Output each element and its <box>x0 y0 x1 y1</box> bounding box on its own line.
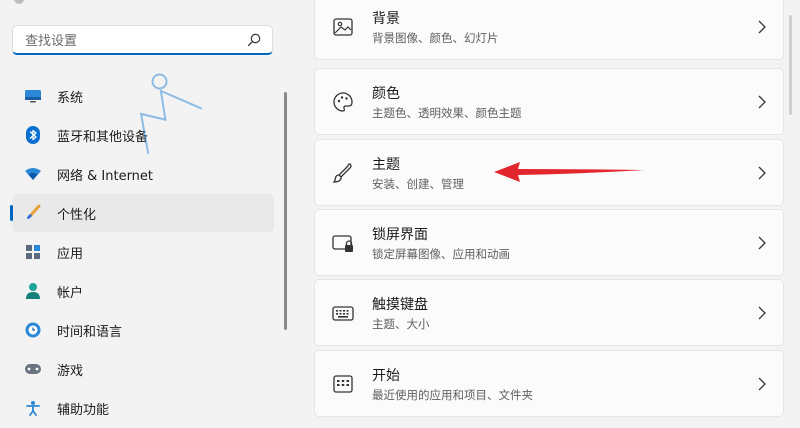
card-description: 主题色、透明效果、颜色主题 <box>372 106 522 120</box>
personalization-content: 背景 背景图像、颜色、幻灯片 颜色 主题色、透明效果、颜色主题 主题 安装、创建… <box>314 0 784 417</box>
nav-item-accounts[interactable]: 帐户 <box>12 272 274 310</box>
chevron-right-icon <box>758 166 766 180</box>
nav-item-label: 时间和语言 <box>57 324 123 340</box>
card-description: 安装、创建、管理 <box>372 177 464 191</box>
wifi-icon <box>24 165 42 183</box>
lock-screen-icon <box>332 235 353 252</box>
nav-item-label: 应用 <box>57 246 84 262</box>
content-scrollbar[interactable] <box>789 15 792 115</box>
nav-item-gaming[interactable]: 游戏 <box>12 350 274 388</box>
nav-item-time-language[interactable]: 时间和语言 <box>12 311 274 349</box>
setting-card-touch-keyboard[interactable]: 触摸键盘 主题、大小 <box>314 279 784 346</box>
nav-item-label: 游戏 <box>57 363 84 379</box>
bluetooth-icon <box>24 126 42 144</box>
chevron-right-icon <box>758 306 766 320</box>
chevron-right-icon <box>758 236 766 250</box>
nav-item-bluetooth[interactable]: 蓝牙和其他设备 <box>12 116 274 154</box>
search-box[interactable] <box>12 25 273 55</box>
monitor-icon <box>24 87 42 105</box>
sidebar-scrollbar[interactable] <box>284 92 287 330</box>
chevron-right-icon <box>758 377 766 391</box>
setting-card-background[interactable]: 背景 背景图像、颜色、幻灯片 <box>314 0 784 60</box>
nav-item-system[interactable]: 系统 <box>12 77 274 115</box>
nav-item-accessibility[interactable]: 辅助功能 <box>12 389 274 427</box>
setting-card-start[interactable]: 开始 最近使用的应用和项目、文件夹 <box>314 350 784 417</box>
setting-card-colors[interactable]: 颜色 主题色、透明效果、颜色主题 <box>314 68 784 135</box>
chevron-right-icon <box>758 95 766 109</box>
setting-card-themes[interactable]: 主题 安装、创建、管理 <box>314 139 784 206</box>
search-icon[interactable] <box>246 32 262 48</box>
card-description: 锁定屏幕图像、应用和动画 <box>372 247 510 261</box>
avatar[interactable] <box>14 0 24 4</box>
gamepad-icon <box>24 360 42 378</box>
accessibility-icon <box>24 399 42 417</box>
nav-item-label: 网络 & Internet <box>57 168 154 184</box>
keyboard-icon <box>332 306 354 321</box>
profile-area <box>14 0 284 6</box>
card-title: 锁屏界面 <box>372 227 428 243</box>
apps-icon <box>24 243 42 261</box>
card-description: 主题、大小 <box>372 317 430 331</box>
account-icon <box>24 282 42 300</box>
card-title: 颜色 <box>372 86 400 102</box>
card-description: 背景图像、颜色、幻灯片 <box>372 31 499 45</box>
image-icon <box>333 18 353 36</box>
brush-icon <box>332 163 352 183</box>
card-title: 背景 <box>372 11 400 27</box>
start-menu-icon <box>333 375 353 393</box>
nav-item-label: 系统 <box>57 90 84 106</box>
clock-globe-icon <box>24 321 42 339</box>
nav-item-apps[interactable]: 应用 <box>12 233 274 271</box>
card-title: 主题 <box>372 157 400 173</box>
nav-item-label: 蓝牙和其他设备 <box>57 129 149 145</box>
nav-item-label: 帐户 <box>57 285 84 301</box>
card-title: 触摸键盘 <box>372 297 428 313</box>
nav-item-personalization[interactable]: 个性化 <box>10 194 274 232</box>
brush-icon <box>24 204 42 222</box>
nav-item-label: 辅助功能 <box>57 402 110 418</box>
search-input[interactable] <box>23 30 247 52</box>
chevron-right-icon <box>758 20 766 34</box>
card-title: 开始 <box>372 368 400 384</box>
palette-icon <box>333 92 353 112</box>
nav-item-network[interactable]: 网络 & Internet <box>12 155 274 193</box>
setting-card-lock-screen[interactable]: 锁屏界面 锁定屏幕图像、应用和动画 <box>314 209 784 276</box>
nav-item-label: 个性化 <box>57 207 97 223</box>
card-description: 最近使用的应用和项目、文件夹 <box>372 388 533 402</box>
selection-indicator <box>10 205 13 221</box>
settings-sidebar: 系统 蓝牙和其他设备 网络 & Internet 个性化 应用 <box>0 0 300 418</box>
nav-list: 系统 蓝牙和其他设备 网络 & Internet 个性化 应用 帐户 时间和语言… <box>10 77 274 428</box>
